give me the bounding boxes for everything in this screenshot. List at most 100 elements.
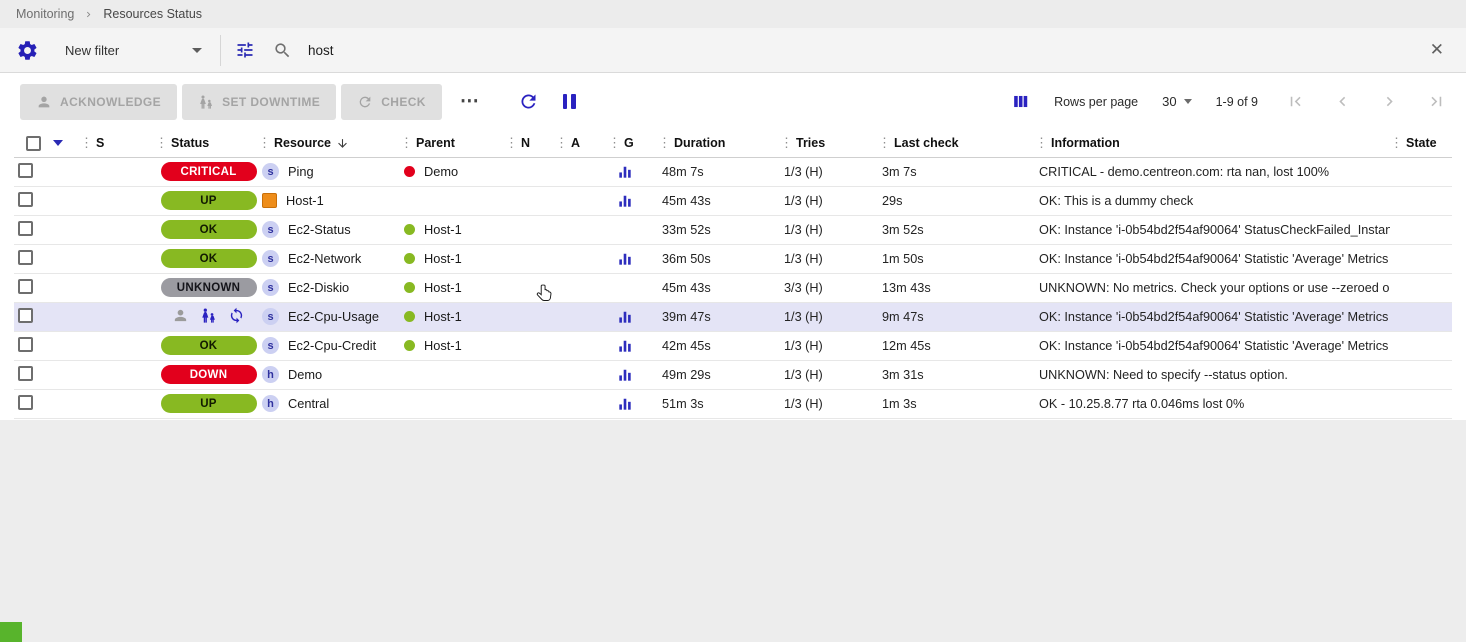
resource-name: Ec2-Network [288, 251, 361, 266]
notes-cell [505, 215, 555, 244]
drag-handle-icon[interactable]: ⋮ [258, 135, 271, 151]
set-downtime-button[interactable]: SET DOWNTIME [182, 84, 336, 120]
graph-icon[interactable] [612, 339, 658, 353]
column-header-status[interactable]: ⋮Status [155, 130, 258, 157]
drag-handle-icon[interactable]: ⋮ [155, 135, 168, 151]
column-header-state[interactable]: ⋮State [1390, 130, 1452, 157]
next-page-button[interactable] [1380, 92, 1399, 111]
row-checkbox[interactable] [18, 192, 33, 207]
notes-cell [505, 360, 555, 389]
graph-icon[interactable] [612, 397, 658, 411]
resource-cell[interactable]: hDemo [258, 360, 400, 389]
breadcrumb-resources-status[interactable]: Resources Status [103, 7, 202, 21]
drag-handle-icon[interactable]: ⋮ [1035, 135, 1048, 151]
filter-settings-gear-icon[interactable] [16, 39, 39, 62]
resource-cell[interactable]: s Ec2-Status [258, 215, 400, 244]
column-header-notes[interactable]: ⋮N [505, 130, 555, 157]
column-header-last-check[interactable]: ⋮Last check [878, 130, 1035, 157]
row-checkbox[interactable] [18, 366, 33, 381]
parent-name: Host-1 [424, 338, 462, 353]
table-row[interactable]: OKsEc2-Cpu-CreditHost-142m 45s1/3 (H)12m… [14, 331, 1452, 360]
column-header-severity[interactable]: ⋮S [80, 130, 155, 157]
row-checkbox[interactable] [18, 337, 33, 352]
select-dropdown-icon[interactable] [53, 140, 63, 146]
column-header-parent[interactable]: ⋮Parent [400, 130, 505, 157]
rows-per-page-select[interactable]: 30 [1162, 94, 1191, 109]
graph-cell [608, 186, 658, 215]
last-page-button[interactable] [1427, 92, 1446, 111]
row-checkbox[interactable] [18, 250, 33, 265]
row-checkbox[interactable] [18, 279, 33, 294]
service-type-icon: s [262, 221, 279, 238]
resource-name: Ec2-Status [288, 222, 351, 237]
row-checkbox[interactable] [18, 395, 33, 410]
severity-cell [80, 389, 155, 418]
acknowledge-button[interactable]: ACKNOWLEDGE [20, 84, 177, 120]
table-row[interactable]: UPhCentral51m 3s1/3 (H)1m 3sOK - 10.25.8… [14, 389, 1452, 418]
table-row[interactable]: OKsEc2-StatusHost-133m 52s1/3 (H)3m 52sO… [14, 215, 1452, 244]
information-cell: UNKNOWN: No metrics. Check your options … [1035, 273, 1390, 302]
action-cell [555, 331, 608, 360]
last-check-cell: 13m 43s [878, 273, 1035, 302]
drag-handle-icon[interactable]: ⋮ [555, 135, 568, 151]
table-row[interactable]: sEc2-Cpu-UsageHost-139m 47s1/3 (H)9m 47s… [14, 302, 1452, 331]
drag-handle-icon[interactable]: ⋮ [658, 135, 671, 151]
pause-autorefresh-button[interactable] [563, 94, 576, 109]
row-checkbox[interactable] [18, 221, 33, 236]
more-actions-button[interactable]: ⋯ [456, 91, 484, 113]
pause-icon [563, 94, 568, 109]
severity-cell [80, 244, 155, 273]
table-row[interactable]: UNKNOWNsEc2-DiskioHost-145m 43s3/3 (H)13… [14, 273, 1452, 302]
table-row[interactable]: OKsEc2-NetworkHost-136m 50s1/3 (H)1m 50s… [14, 244, 1452, 273]
row-checkbox[interactable] [18, 163, 33, 178]
column-header-graph[interactable]: ⋮G [608, 130, 658, 157]
check-button[interactable]: CHECK [341, 84, 442, 120]
table-row[interactable]: UPHost-145m 43s1/3 (H)29sOK: This is a d… [14, 186, 1452, 215]
action-cell [555, 244, 608, 273]
resource-cell[interactable]: sEc2-Diskio [258, 273, 400, 302]
graph-icon[interactable] [612, 165, 658, 179]
graph-icon[interactable] [612, 194, 658, 208]
column-header-tries[interactable]: ⋮Tries [780, 130, 878, 157]
drag-handle-icon[interactable]: ⋮ [505, 135, 518, 151]
table-row[interactable]: DOWNhDemo49m 29s1/3 (H)3m 31sUNKNOWN: Ne… [14, 360, 1452, 389]
resource-cell[interactable]: Host-1 [258, 186, 400, 215]
drag-handle-icon[interactable]: ⋮ [608, 135, 621, 151]
previous-page-button[interactable] [1333, 92, 1352, 111]
resource-cell[interactable]: s Ec2-Network [258, 244, 400, 273]
drag-handle-icon[interactable]: ⋮ [400, 135, 413, 151]
resource-cell[interactable]: sEc2-Cpu-Credit [258, 331, 400, 360]
first-page-button[interactable] [1286, 92, 1305, 111]
graph-cell [608, 302, 658, 331]
column-header-duration[interactable]: ⋮Duration [658, 130, 780, 157]
breadcrumb: Monitoring Resources Status [0, 0, 1466, 28]
clear-search-icon[interactable]: ✕ [1424, 40, 1450, 60]
table-row[interactable]: CRITICALsPingDemo48m 7s1/3 (H)3m 7sCRITI… [14, 157, 1452, 186]
resources-status-page: Monitoring Resources Status New filter ✕ [0, 0, 1466, 642]
drag-handle-icon[interactable]: ⋮ [780, 135, 793, 151]
service-type-icon: s [262, 250, 279, 267]
select-all-checkbox[interactable] [26, 136, 41, 151]
advanced-filter-tune-icon[interactable] [235, 40, 255, 60]
graph-icon[interactable] [612, 310, 658, 324]
drag-handle-icon[interactable]: ⋮ [1390, 135, 1403, 151]
service-type-icon: s [262, 308, 279, 325]
status-pill: OK [161, 249, 257, 268]
resource-cell[interactable]: hCentral [258, 389, 400, 418]
search-input[interactable] [306, 42, 1410, 59]
resource-cell[interactable]: sPing [258, 157, 400, 186]
drag-handle-icon[interactable]: ⋮ [878, 135, 891, 151]
graph-icon[interactable] [612, 252, 658, 266]
parent-cell: Demo [400, 157, 505, 186]
column-header-resource[interactable]: ⋮Resource [258, 130, 400, 157]
row-checkbox[interactable] [18, 308, 33, 323]
column-header-information[interactable]: ⋮Information [1035, 130, 1390, 157]
column-header-action[interactable]: ⋮A [555, 130, 608, 157]
drag-handle-icon[interactable]: ⋮ [80, 135, 93, 151]
saved-filter-select[interactable]: New filter [53, 35, 221, 66]
breadcrumb-monitoring[interactable]: Monitoring [16, 7, 74, 21]
resource-cell[interactable]: sEc2-Cpu-Usage [258, 302, 400, 331]
graph-icon[interactable] [612, 368, 658, 382]
edit-columns-icon[interactable] [1011, 92, 1030, 111]
refresh-list-button[interactable] [518, 91, 539, 112]
